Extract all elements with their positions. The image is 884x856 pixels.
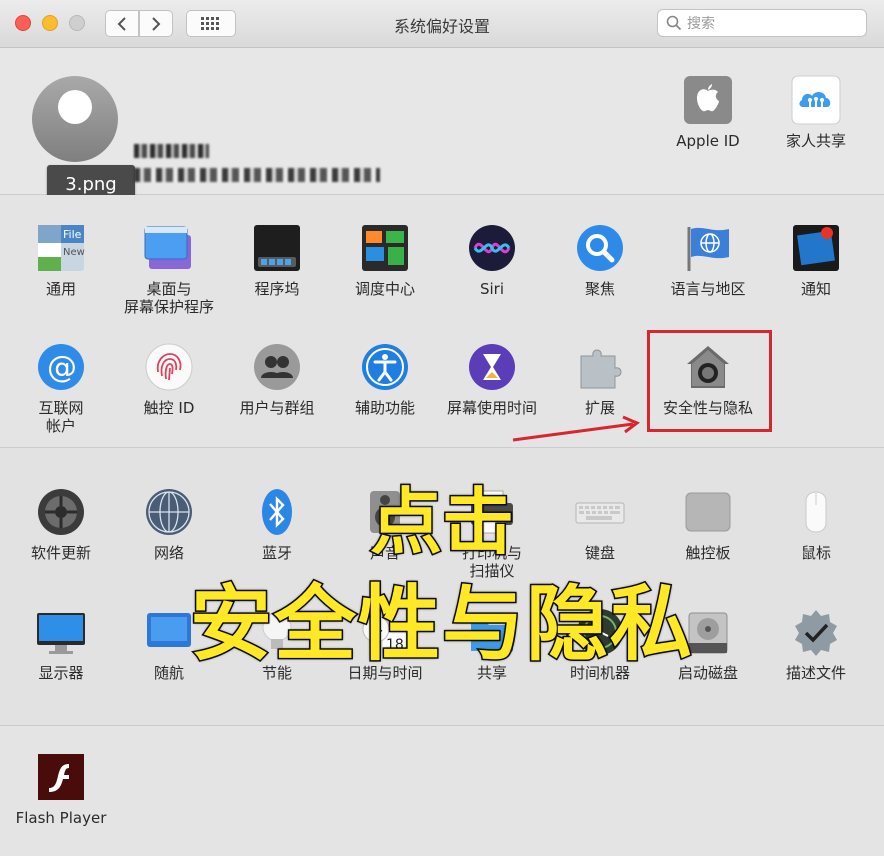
svg-text:New: New: [63, 247, 85, 258]
user-name-redacted: [134, 144, 209, 158]
spotlight-icon: [574, 222, 626, 274]
other-prefs-section: [0, 726, 884, 856]
notifications-icon: [790, 222, 842, 274]
security-highlight-box: [647, 330, 772, 432]
dock-icon: [251, 222, 303, 274]
pane-mission-control[interactable]: 调度中心: [331, 222, 439, 298]
flash-player-icon: [35, 751, 87, 803]
fingerprint-icon: [143, 341, 195, 393]
pane-notifications[interactable]: 通知: [762, 222, 870, 298]
puzzle-piece-icon: [574, 341, 626, 393]
flag-globe-icon: [682, 222, 734, 274]
svg-text:File: File: [63, 228, 82, 241]
search-icon: [666, 15, 682, 31]
pane-siri[interactable]: Siri: [438, 222, 546, 298]
pane-dock[interactable]: 程序坞: [223, 222, 331, 298]
pane-label: 程序坞: [254, 280, 300, 298]
pane-desktop-screensaver[interactable]: 桌面与 屏幕保护程序: [115, 222, 223, 316]
pane-apple-id[interactable]: Apple ID: [654, 74, 762, 150]
pane-label: Siri: [479, 280, 505, 298]
pane-label: 调度中心: [354, 280, 415, 298]
profile-section: 3.png Apple ID 家人共享: [0, 48, 884, 203]
user-id-redacted: [134, 168, 380, 182]
pane-extensions[interactable]: 扩展: [546, 341, 654, 417]
pane-accessibility[interactable]: 辅助功能: [331, 341, 439, 417]
pane-label: 通知: [800, 280, 831, 298]
mission-control-icon: [359, 222, 411, 274]
search-field[interactable]: 搜索: [657, 9, 867, 37]
family-sharing-icon: [790, 74, 842, 126]
users-groups-icon: [251, 341, 303, 393]
apple-logo-icon: [682, 74, 734, 126]
search-placeholder: 搜索: [687, 16, 715, 32]
at-sign-icon: @: [35, 341, 87, 393]
pane-screen-time[interactable]: 屏幕使用时间: [438, 341, 546, 417]
pane-internet-accounts[interactable]: @ 互联网 帐户: [7, 341, 115, 435]
pane-label: 互联网 帐户: [38, 399, 84, 435]
pane-touch-id[interactable]: 触控 ID: [115, 341, 223, 417]
pane-general[interactable]: File New 通用: [7, 222, 115, 298]
pane-label: 辅助功能: [354, 399, 415, 417]
pane-label: Apple ID: [676, 132, 740, 150]
svg-text:@: @: [47, 350, 77, 385]
accessibility-icon: [359, 341, 411, 393]
pane-label: 通用: [45, 280, 76, 298]
hourglass-icon: [466, 341, 518, 393]
overlay-text-line2: 安全性与隐私: [188, 576, 694, 674]
desktop-screensaver-icon: [143, 222, 195, 274]
pane-flash-player[interactable]: Flash Player: [7, 751, 115, 827]
siri-icon: [466, 222, 518, 274]
annotation-arrow-icon: [512, 415, 640, 442]
pane-label: Flash Player: [15, 809, 107, 827]
pane-spotlight[interactable]: 聚焦: [546, 222, 654, 298]
pane-label: 桌面与 屏幕保护程序: [123, 280, 214, 316]
pane-language-region[interactable]: 语言与地区: [654, 222, 762, 298]
pane-label: 聚焦: [584, 280, 615, 298]
pane-family-sharing[interactable]: 家人共享: [762, 74, 870, 150]
pane-users-groups[interactable]: 用户与群组: [223, 341, 331, 417]
general-icon: File New: [35, 222, 87, 274]
overlay-text-line1: 点击: [368, 479, 515, 566]
title-bar: 系统偏好设置 搜索: [0, 0, 884, 48]
pane-label: 语言与地区: [670, 280, 746, 298]
pane-label: 用户与群组: [239, 399, 315, 417]
pane-label: 家人共享: [785, 132, 846, 150]
user-avatar[interactable]: [32, 76, 118, 162]
pane-label: 触控 ID: [143, 399, 195, 417]
